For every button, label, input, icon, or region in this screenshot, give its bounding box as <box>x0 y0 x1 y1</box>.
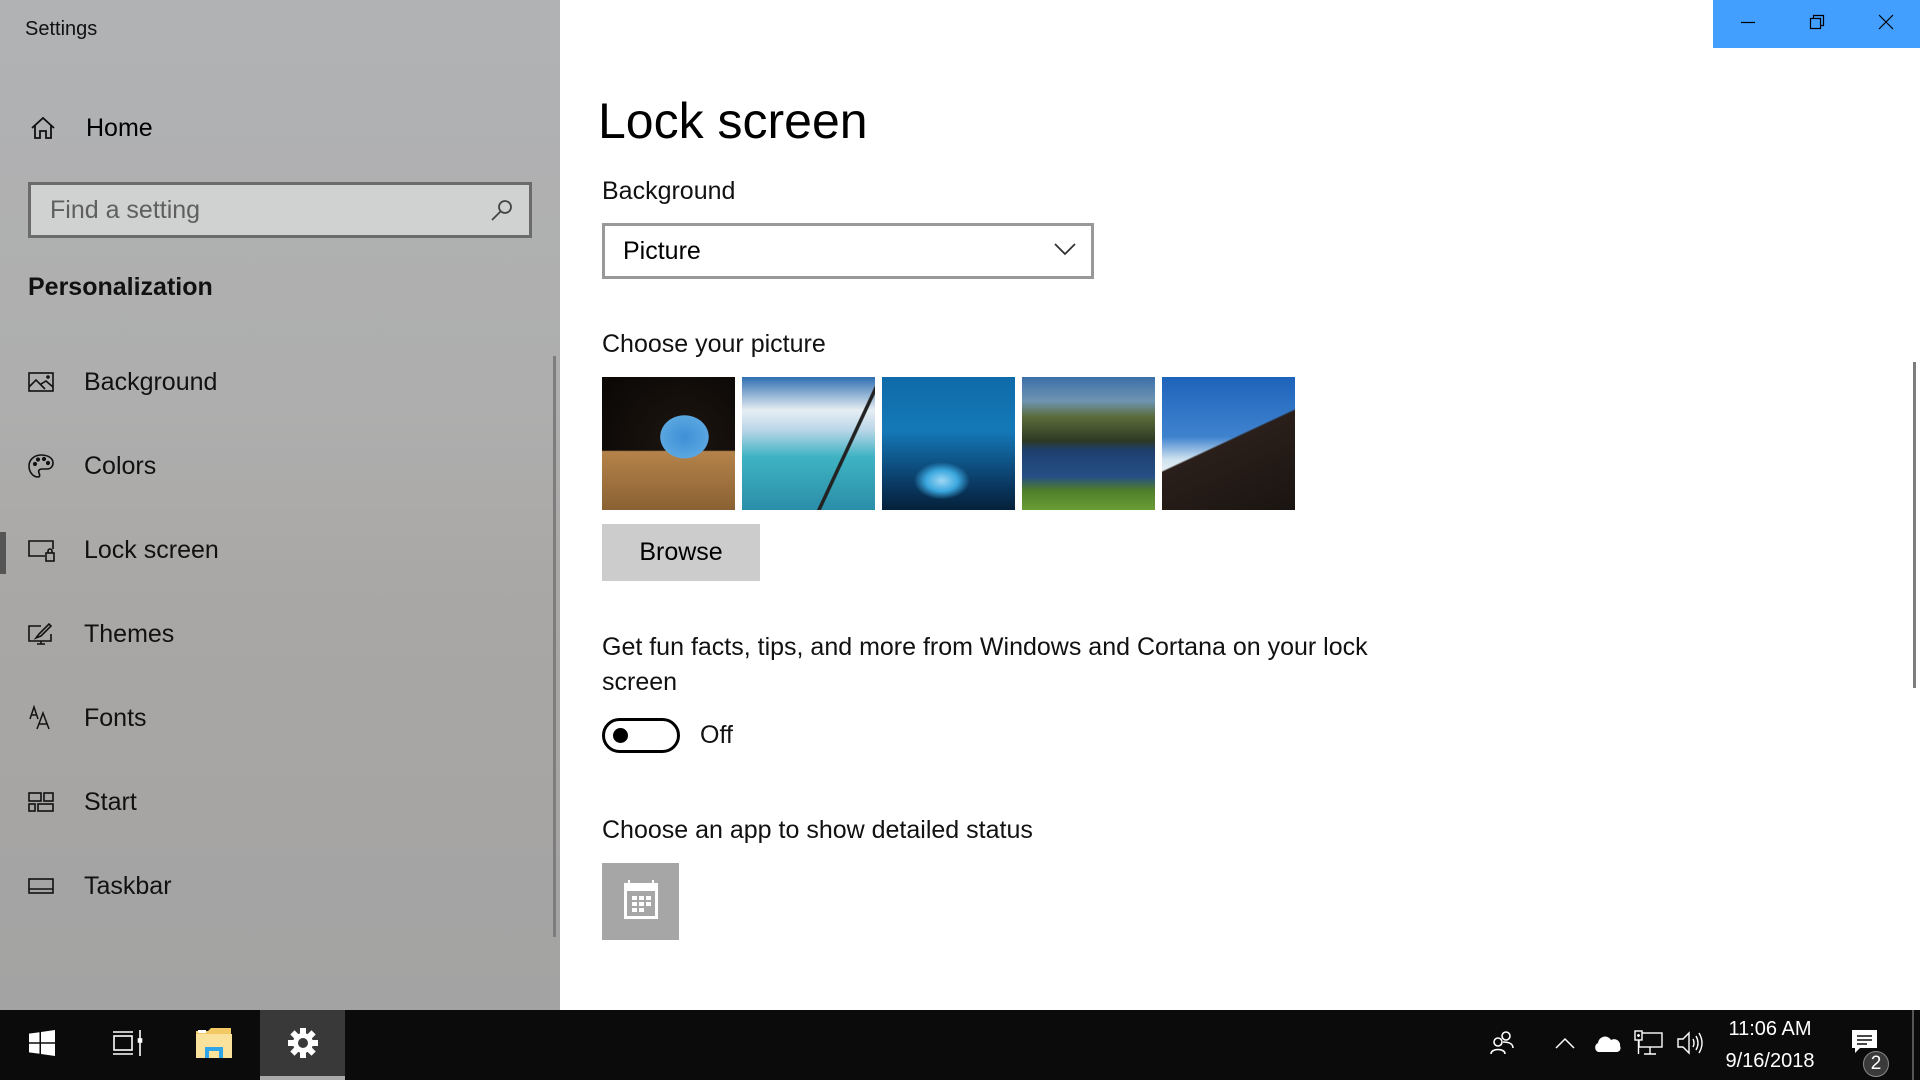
detailed-status-label: Choose an app to show detailed status <box>602 816 1033 844</box>
main-content: Lock screen Background Picture Choose yo… <box>560 0 1920 1010</box>
search-box[interactable] <box>28 182 532 238</box>
people-icon <box>1488 1029 1516 1062</box>
background-label: Background <box>602 177 736 205</box>
sidebar-item-label: Start <box>84 787 137 816</box>
lock-screen-icon <box>26 535 56 565</box>
show-desktop-button[interactable] <box>1912 1010 1914 1080</box>
sidebar-item-label: Lock screen <box>84 535 219 564</box>
section-heading: Personalization <box>28 273 213 301</box>
volume-button[interactable] <box>1674 1010 1708 1080</box>
sidebar-item-lock-screen[interactable]: Lock screen <box>0 508 540 592</box>
toggle-knob <box>613 728 628 743</box>
sidebar-item-label: Taskbar <box>84 871 172 900</box>
fonts-icon <box>26 703 56 733</box>
restore-icon <box>1809 14 1825 35</box>
picture-thumbnail-cave-beach[interactable] <box>602 377 735 510</box>
sidebar-item-label: Themes <box>84 619 175 648</box>
show-hidden-icons-button[interactable] <box>1550 1010 1580 1080</box>
fun-facts-toggle-state: Off <box>700 721 733 749</box>
sidebar-item-label: Colors <box>84 451 157 480</box>
clock-time: 11:06 AM <box>1728 1018 1812 1040</box>
picture-thumbnail-ridge-clouds[interactable] <box>1162 377 1295 510</box>
onedrive-cloud-icon <box>1592 1033 1622 1058</box>
sidebar-item-themes[interactable]: Themes <box>0 592 540 676</box>
picture-thumbnail-mountain-lake[interactable] <box>1022 377 1155 510</box>
people-button[interactable] <box>1482 1010 1522 1080</box>
browse-button[interactable]: Browse <box>602 524 760 581</box>
sidebar-item-colors[interactable]: Colors <box>0 424 540 508</box>
sidebar-item-label: Fonts <box>84 703 147 732</box>
minimize-icon <box>1740 14 1756 35</box>
page-title: Lock screen <box>598 93 868 149</box>
search-input[interactable] <box>31 185 487 235</box>
fun-facts-toggle[interactable] <box>602 718 680 753</box>
task-view-icon <box>112 1029 144 1062</box>
network-button[interactable] <box>1632 1010 1666 1080</box>
windows-logo-icon <box>29 1029 55 1061</box>
folder-icon <box>195 1027 233 1064</box>
taskbar-file-explorer-button[interactable] <box>172 1010 256 1080</box>
network-icon <box>1634 1029 1664 1061</box>
sidebar-home[interactable]: Home <box>28 108 153 148</box>
picture-thumbnail-ice-cave[interactable] <box>882 377 1015 510</box>
sidebar-item-taskbar[interactable]: Taskbar <box>0 844 540 928</box>
gear-icon <box>287 1027 319 1064</box>
close-button[interactable] <box>1851 0 1920 48</box>
notification-count-badge: 2 <box>1863 1051 1889 1077</box>
window-controls <box>1713 0 1920 48</box>
palette-icon <box>26 451 56 481</box>
fun-facts-label: Get fun facts, tips, and more from Windo… <box>602 633 1368 696</box>
taskbar: 11:06 AM 9/16/2018 2 <box>0 1010 1920 1080</box>
taskbar-start-button[interactable] <box>0 1010 84 1080</box>
sidebar: Settings Home Personalization Background… <box>0 0 560 1010</box>
restore-button[interactable] <box>1782 0 1851 48</box>
detailed-status-app-button[interactable] <box>602 863 679 940</box>
close-icon <box>1878 14 1894 35</box>
picture-thumbnail-aerial-sea[interactable] <box>742 377 875 510</box>
home-icon <box>28 113 58 143</box>
onedrive-button[interactable] <box>1590 1010 1624 1080</box>
themes-icon <box>26 619 56 649</box>
app-title: Settings <box>25 18 98 40</box>
start-icon <box>26 787 56 817</box>
sidebar-item-label: Background <box>84 367 218 396</box>
sidebar-nav: Background Colors Lock screen Themes Fon… <box>0 340 540 928</box>
background-dropdown[interactable]: Picture <box>602 223 1094 279</box>
sidebar-home-label: Home <box>86 113 153 142</box>
sidebar-scrollbar[interactable] <box>553 356 556 937</box>
picture-icon <box>26 367 56 397</box>
sidebar-item-background[interactable]: Background <box>0 340 540 424</box>
clock-date: 9/16/2018 <box>1725 1050 1815 1072</box>
choose-picture-label: Choose your picture <box>602 330 826 358</box>
sidebar-item-fonts[interactable]: Fonts <box>0 676 540 760</box>
chevron-down-icon <box>1053 242 1077 261</box>
search-icon[interactable] <box>487 195 517 225</box>
fun-facts-toggle-row: Off <box>602 718 733 753</box>
taskbar-task-view-button[interactable] <box>86 1010 170 1080</box>
chevron-up-icon <box>1555 1036 1575 1054</box>
background-dropdown-value: Picture <box>623 236 701 265</box>
minimize-button[interactable] <box>1713 0 1782 48</box>
volume-icon <box>1676 1030 1706 1061</box>
main-scrollbar[interactable] <box>1913 362 1916 688</box>
taskbar-icon <box>26 871 56 901</box>
clock[interactable]: 11:06 AM 9/16/2018 <box>1715 1010 1825 1080</box>
taskbar-settings-button[interactable] <box>260 1010 345 1080</box>
picture-thumbnails <box>602 377 1295 510</box>
sidebar-item-start[interactable]: Start <box>0 760 540 844</box>
calendar-icon <box>621 877 661 926</box>
